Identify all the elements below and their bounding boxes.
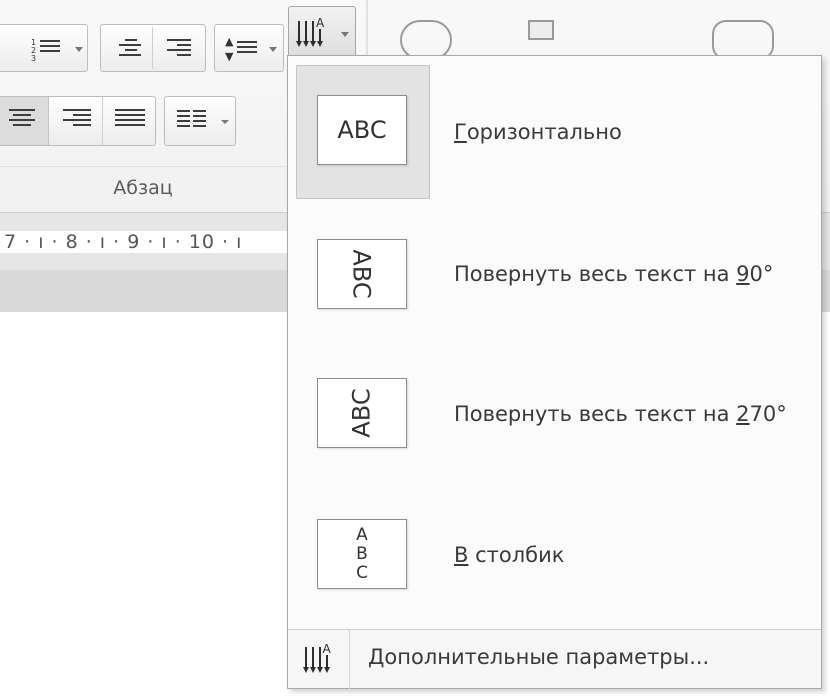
textbox-shape-icon xyxy=(712,20,774,60)
letter: B xyxy=(356,543,368,564)
menu-item-label: Повернуть весь текст на 270° xyxy=(454,402,787,426)
more-options-item[interactable]: A Дополнительные параметры... xyxy=(288,629,821,689)
menu-item-label: Горизонтально xyxy=(454,120,622,144)
align-center-button[interactable] xyxy=(0,97,49,145)
justify-button[interactable] xyxy=(105,97,155,145)
rotate-90-text-icon: ABC xyxy=(317,239,407,309)
menu-item-label: В столбик xyxy=(454,543,564,567)
stacked-letters: A B C xyxy=(356,524,368,583)
thumb-text: ABC xyxy=(348,249,376,299)
align-right-button[interactable] xyxy=(51,97,103,145)
label-before: Повернуть весь текст на xyxy=(454,262,737,286)
rotate-270-text-icon: ABC xyxy=(317,378,407,448)
label-after: 0° xyxy=(749,262,774,286)
paragraph-group-label: Абзац xyxy=(0,166,286,208)
text-direction-menu: ABC Горизонтально ABC Повернуть весь тек… xyxy=(287,55,822,689)
smartart-icon xyxy=(528,20,554,40)
alignment-buttons-group xyxy=(0,96,156,146)
ruler-scale: 7 · ı · 8 · ı · 9 · ı · 10 · ı xyxy=(4,231,243,253)
label-rest: оризонтально xyxy=(466,120,622,144)
text-direction-button[interactable]: A xyxy=(288,6,356,58)
chevron-down-icon xyxy=(269,47,277,52)
access-key: 2 xyxy=(736,402,750,426)
chevron-down-icon xyxy=(75,47,83,52)
thumb-text: ABC xyxy=(337,116,387,144)
thumb-text: ABC xyxy=(348,388,376,438)
label-before: Повернуть весь текст на xyxy=(454,402,737,426)
line-spacing-icon: ▲ ▼ xyxy=(225,35,259,63)
menu-item-rotate-270[interactable]: ABC Повернуть весь текст на 270° xyxy=(288,340,821,480)
align-center-icon xyxy=(9,109,35,126)
label-after: 70° xyxy=(749,402,787,426)
menu-item-horizontal[interactable]: ABC Горизонтально xyxy=(288,56,821,199)
access-key: В xyxy=(454,543,469,567)
decrease-indent-button[interactable] xyxy=(105,27,153,69)
increase-indent-button[interactable] xyxy=(155,27,203,69)
columns-button[interactable] xyxy=(164,96,236,146)
letter: C xyxy=(356,562,368,583)
stacked-text-icon: A B C xyxy=(317,519,407,589)
increase-indent-icon xyxy=(167,39,191,56)
menu-item-label: Повернуть весь текст на 90° xyxy=(454,262,773,286)
line-spacing-button[interactable]: ▲ ▼ xyxy=(214,24,284,72)
access-key: Д xyxy=(368,645,385,669)
letter: A xyxy=(356,524,368,545)
label-rest: ополнительные параметры... xyxy=(384,645,710,669)
decrease-indent-icon xyxy=(119,39,141,56)
indent-buttons-group xyxy=(100,24,206,72)
shape-icon xyxy=(400,20,452,60)
chevron-down-icon xyxy=(341,32,349,37)
footer-icon-cell: A xyxy=(288,630,350,689)
menu-item-stacked[interactable]: A B C В столбик xyxy=(288,482,821,622)
justify-icon xyxy=(115,109,145,126)
menu-item-rotate-90[interactable]: ABC Повернуть весь текст на 90° xyxy=(288,198,821,338)
numbered-list-button[interactable]: 1 2 3 xyxy=(0,24,88,72)
text-direction-icon: A xyxy=(296,16,327,49)
columns-icon xyxy=(177,110,207,134)
access-key: 9 xyxy=(736,262,750,286)
chevron-down-icon xyxy=(221,120,229,124)
numbered-list-icon: 1 2 3 xyxy=(31,38,61,63)
text-direction-icon: A xyxy=(302,642,334,675)
horizontal-text-icon: ABC xyxy=(317,95,407,165)
align-right-icon xyxy=(63,109,91,126)
more-options-label: Дополнительные параметры... xyxy=(368,645,709,669)
label-rest: столбик xyxy=(468,543,565,567)
access-key: Г xyxy=(454,120,467,144)
